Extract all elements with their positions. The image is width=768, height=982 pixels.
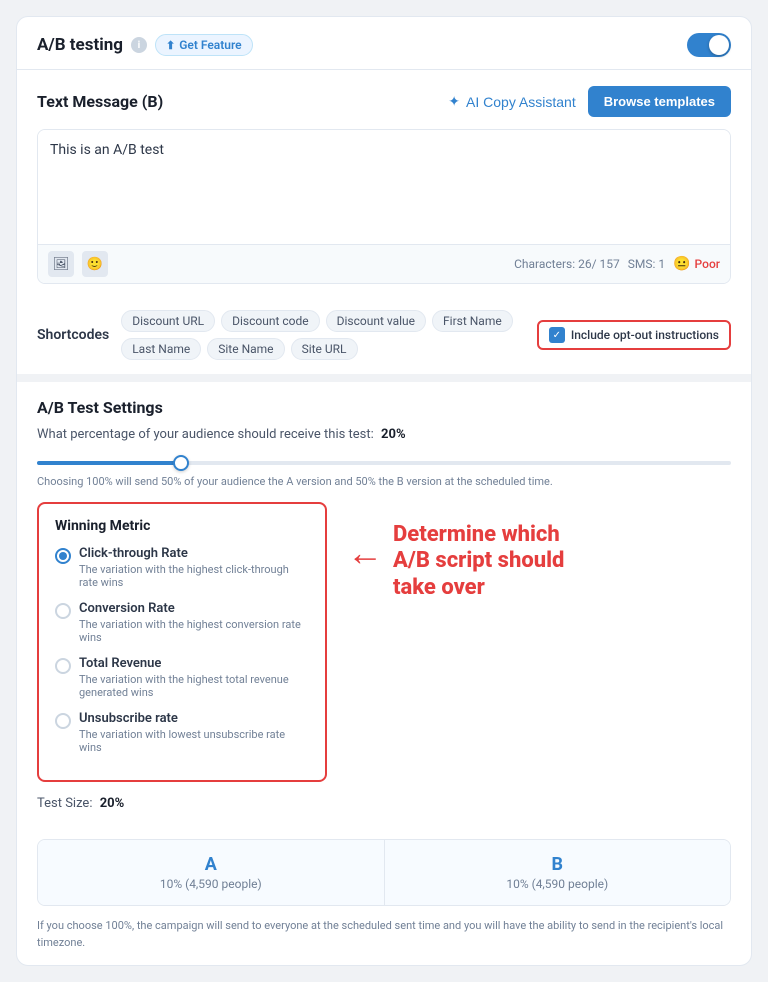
header: A/B testing i ⬆ Get Feature (17, 17, 751, 70)
metric-option-1[interactable]: Conversion Rate The variation with the hi… (55, 601, 309, 644)
ab-detail-b: 10% (4,590 people) (399, 877, 717, 891)
section-title: Text Message (B) (37, 92, 163, 111)
metric-desc-1: The variation with the highest conversio… (79, 618, 309, 644)
shortcode-tag[interactable]: Discount URL (121, 310, 215, 332)
header-left: A/B testing i ⬆ Get Feature (37, 34, 253, 56)
annotation-arrow: ← (347, 532, 383, 574)
metric-text-group-2: Total Revenue The variation with the high… (79, 656, 309, 699)
annotation-line2: A/B script should (393, 548, 564, 574)
percentage-question: What percentage of your audience should … (37, 427, 374, 442)
info-icon[interactable]: i (131, 37, 147, 53)
opt-out-checkbox[interactable]: ✓ Include opt-out instructions (537, 320, 731, 350)
annotation: ← Determine which A/B script should take… (347, 502, 564, 601)
radio-btn-1[interactable] (55, 603, 71, 619)
shortcodes-tags: Discount URL Discount code Discount value F… (121, 310, 537, 360)
text-message-section: Text Message (B) ✦ AI Copy Assistant Bro… (17, 70, 751, 300)
footer-note: If you choose 100%, the campaign will se… (17, 918, 751, 965)
percentage-label: What percentage of your audience should … (37, 427, 731, 442)
opt-out-label: Include opt-out instructions (571, 328, 719, 342)
checkbox-checked-icon: ✓ (549, 327, 565, 343)
shortcode-tag[interactable]: First Name (432, 310, 513, 332)
metric-name-3: Unsubscribe rate (79, 711, 309, 726)
radio-btn-0[interactable] (55, 548, 71, 564)
toolbar-right: Characters: 26/ 157 SMS: 1 😐 Poor (514, 256, 720, 272)
metric-name-0: Click-through Rate (79, 546, 309, 561)
winning-metric-title: Winning Metric (55, 518, 309, 534)
characters-count: Characters: 26/ 157 (514, 257, 620, 271)
toolbar-left: 🖼 🙂 (48, 251, 108, 277)
ab-distribution-wrapper: A 10% (4,590 people) B 10% (4,590 people… (17, 839, 751, 906)
annotation-content: ← Determine which A/B script should take… (347, 522, 564, 601)
quality-emoji: 😐 (673, 256, 690, 272)
metric-name-1: Conversion Rate (79, 601, 309, 616)
ai-copy-label: AI Copy Assistant (466, 94, 576, 110)
ab-letter-a: A (52, 854, 370, 875)
ab-col-b: B 10% (4,590 people) (385, 840, 731, 905)
get-feature-label: Get Feature (179, 38, 241, 52)
page-title: A/B testing (37, 35, 123, 55)
quality-label: Poor (695, 257, 720, 271)
settings-title: A/B Test Settings (37, 398, 731, 417)
metrics-list: Click-through Rate The variation with the… (55, 546, 309, 754)
shortcode-tag[interactable]: Last Name (121, 338, 201, 360)
ab-settings-section: A/B Test Settings What percentage of you… (17, 382, 751, 827)
ab-detail-a: 10% (4,590 people) (52, 877, 370, 891)
annotation-line3: take over (393, 575, 564, 601)
quality-badge: 😐 Poor (673, 256, 720, 272)
browse-templates-button[interactable]: Browse templates (588, 86, 731, 117)
metric-desc-0: The variation with the highest click-thr… (79, 563, 309, 589)
sms-count: SMS: 1 (628, 257, 665, 271)
shortcodes-section: Shortcodes Discount URLDiscount codeDisc… (17, 300, 751, 374)
slider-hint: Choosing 100% will send 50% of your audi… (37, 475, 731, 488)
test-size-value: 20% (100, 796, 125, 811)
metric-option-3[interactable]: Unsubscribe rate The variation with lowes… (55, 711, 309, 754)
metric-name-2: Total Revenue (79, 656, 309, 671)
annotation-line1: Determine which (393, 522, 564, 548)
metric-text-group-3: Unsubscribe rate The variation with lowes… (79, 711, 309, 754)
winning-metric-box: Winning Metric Click-through Rate The var… (37, 502, 327, 782)
ai-copy-button[interactable]: ✦ AI Copy Assistant (448, 93, 575, 110)
metric-text-group-0: Click-through Rate The variation with the… (79, 546, 309, 589)
section-header: Text Message (B) ✦ AI Copy Assistant Bro… (37, 86, 731, 117)
test-size-row: Test Size: 20% (37, 796, 731, 811)
text-area-toolbar: 🖼 🙂 Characters: 26/ 157 SMS: 1 😐 Poor (38, 244, 730, 283)
metric-option-2[interactable]: Total Revenue The variation with the high… (55, 656, 309, 699)
main-card: A/B testing i ⬆ Get Feature Text Message… (16, 16, 752, 966)
upload-icon: ⬆ (166, 39, 175, 52)
percentage-value: 20% (381, 427, 406, 442)
shortcodes-label: Shortcodes (37, 327, 109, 343)
slider-wrapper (37, 450, 731, 469)
text-area-wrapper: This is an A/B test 🖼 🙂 Characters: 26/ … (37, 129, 731, 284)
audience-slider[interactable] (37, 461, 731, 465)
ai-icon: ✦ (448, 93, 460, 110)
section-actions: ✦ AI Copy Assistant Browse templates (448, 86, 731, 117)
ab-distribution: A 10% (4,590 people) B 10% (4,590 people… (37, 839, 731, 906)
toggle-switch[interactable] (687, 33, 731, 57)
emoji-icon[interactable]: 🙂 (82, 251, 108, 277)
radio-btn-3[interactable] (55, 713, 71, 729)
ab-col-a: A 10% (4,590 people) (38, 840, 385, 905)
image-icon[interactable]: 🖼 (48, 251, 74, 277)
test-size-label: Test Size: (37, 796, 92, 811)
message-textarea[interactable]: This is an A/B test (38, 130, 730, 240)
section-divider (17, 374, 751, 382)
shortcode-tag[interactable]: Site URL (291, 338, 358, 360)
radio-btn-2[interactable] (55, 658, 71, 674)
metric-option-0[interactable]: Click-through Rate The variation with the… (55, 546, 309, 589)
shortcode-tag[interactable]: Discount code (221, 310, 320, 332)
ab-letter-b: B (399, 854, 717, 875)
metric-desc-3: The variation with lowest unsubscribe ra… (79, 728, 309, 754)
metric-desc-2: The variation with the highest total rev… (79, 673, 309, 699)
metric-text-group-1: Conversion Rate The variation with the hi… (79, 601, 309, 644)
annotation-text-block: Determine which A/B script should take o… (393, 522, 564, 601)
winning-metric-container: Winning Metric Click-through Rate The var… (37, 502, 731, 782)
shortcode-tag[interactable]: Discount value (326, 310, 426, 332)
shortcode-tag[interactable]: Site Name (207, 338, 284, 360)
get-feature-button[interactable]: ⬆ Get Feature (155, 34, 253, 56)
